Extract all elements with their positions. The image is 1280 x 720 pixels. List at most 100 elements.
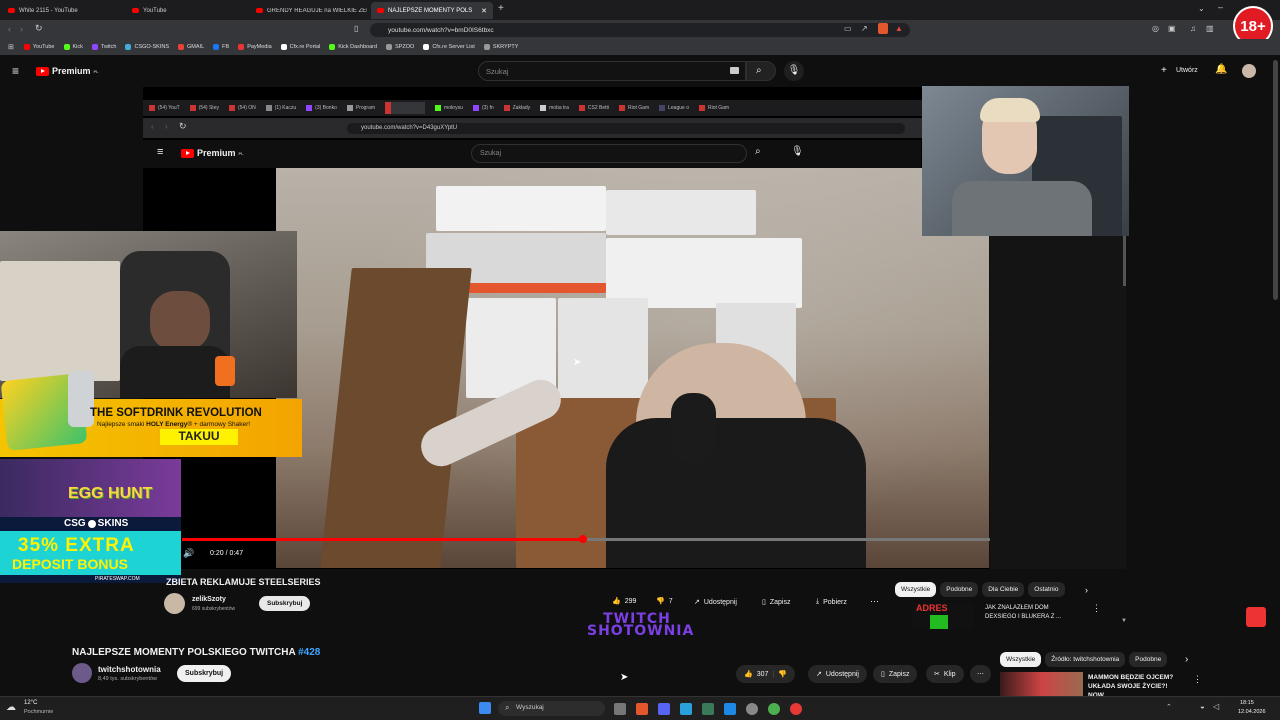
chip-all[interactable]: Wszystkie <box>1000 652 1042 667</box>
brave-shield-icon[interactable] <box>878 23 888 34</box>
bookmark-item[interactable]: SKRYPTY <box>483 44 518 50</box>
bookmark-item[interactable]: Twitch <box>91 44 117 50</box>
url-field[interactable]: youtube.com/watch?v=bmD0IS6tbxc <box>370 23 910 37</box>
wallet-icon[interactable]: ▣ <box>1168 24 1176 33</box>
volume-icon[interactable]: 🔊 <box>183 548 194 559</box>
network-icon[interactable]: ◒ <box>1200 702 1205 711</box>
csgo-text: CSG <box>64 518 86 529</box>
music-icon[interactable]: ♫ <box>1190 24 1196 33</box>
search-input[interactable]: Szukaj <box>478 61 746 81</box>
bookmark-item[interactable]: Kick Dashboard <box>329 44 377 50</box>
notifications-icon[interactable]: 🔔 <box>1215 64 1227 75</box>
inner-tab: Zakłady <box>503 105 530 111</box>
mic-button[interactable]: 🎙 <box>784 61 804 81</box>
bookmark-item[interactable]: Cfx.re Server List <box>423 44 475 50</box>
forward-icon[interactable]: › <box>20 24 23 34</box>
task-view-icon[interactable] <box>614 703 626 715</box>
inner-rec-title: JAK ZNALAZŁEM DOM DEXSIEGO I BLUKERA Z .… <box>985 605 1062 620</box>
tab-label: YouTube <box>143 7 167 14</box>
forward-icon: › <box>165 122 168 131</box>
channel-avatar[interactable] <box>72 663 92 683</box>
inner-tab-bar: (54) YouT (54) Stey (54) ON (1) Kaczu (3… <box>143 100 923 116</box>
start-icon[interactable] <box>479 702 491 714</box>
apps-icon[interactable]: ⊞ <box>8 43 14 51</box>
clip-button[interactable]: ✂ Klip <box>926 665 964 683</box>
inner-youtube-logo: Premium PL <box>181 148 244 158</box>
close-tab-icon[interactable]: ✕ <box>481 7 487 15</box>
cursor-icon: ➤ <box>620 672 629 683</box>
minimize-icon[interactable]: – <box>1218 2 1223 12</box>
settings-icon[interactable] <box>746 703 758 715</box>
create-button[interactable]: Utwórz <box>1176 67 1198 74</box>
browser-tab[interactable]: GRENDY REAGUJE na WIELKIE ZERW <box>250 2 368 19</box>
extension-icon[interactable]: ◎ <box>1152 24 1159 33</box>
video-hashtag[interactable]: #428 <box>298 647 320 658</box>
browser-tab-active[interactable]: NAJLEPSZE MOMENTY POLS ✕ <box>371 2 493 19</box>
page-scrollbar[interactable] <box>1273 60 1278 300</box>
save-button[interactable]: ▯ Zapisz <box>873 665 918 683</box>
menu-icon[interactable]: ≡ <box>12 64 19 78</box>
bookmark-item[interactable]: GMAIL <box>178 44 204 50</box>
search-button[interactable]: ⌕ <box>746 61 776 81</box>
channel-name[interactable]: twitchshotownia <box>98 665 161 674</box>
brave-icon[interactable] <box>636 703 648 715</box>
chip-source[interactable]: Źródło: twitchshotownia <box>1045 652 1126 667</box>
avatar[interactable] <box>1242 64 1256 78</box>
rec-thumb-text: ADRES <box>916 603 948 613</box>
bookmark-item[interactable]: YouTube <box>23 44 55 50</box>
youtube-icon <box>8 8 15 13</box>
inner-chip: Ostatnio <box>1028 582 1065 597</box>
new-tab-button[interactable]: + <box>498 3 504 14</box>
bookmark-label: Twitch <box>100 44 117 50</box>
keyboard-icon[interactable] <box>730 67 739 74</box>
app-icon[interactable] <box>702 703 714 715</box>
youtube-logo[interactable]: Premium PL <box>36 66 99 76</box>
vscode-icon[interactable] <box>724 703 736 715</box>
tray-chevron-icon[interactable]: ⌃ <box>1166 703 1172 711</box>
subscribe-button[interactable]: Subskrybuj <box>177 665 232 682</box>
share-button[interactable]: ↗ Udostępnij <box>808 665 867 683</box>
reload-icon: ↻ <box>179 121 187 131</box>
banner-subtitle: Najlepsze smaki HOLY Energy® + darmowy S… <box>97 421 250 428</box>
cast-icon[interactable]: ▭ <box>844 24 852 33</box>
sidebar-icon[interactable]: ▥ <box>1206 24 1214 33</box>
browser-tab[interactable]: YouTube <box>126 2 248 19</box>
share-icon[interactable]: ↗ <box>861 24 868 33</box>
discord-icon[interactable] <box>658 703 670 715</box>
inner-scrollbar <box>1123 236 1126 286</box>
chevron-right-icon[interactable]: › <box>1185 654 1188 665</box>
head <box>150 291 210 351</box>
bookmark-label: YouTube <box>32 44 55 50</box>
app-icon[interactable] <box>790 703 802 715</box>
volume-icon[interactable]: ◁ <box>1213 702 1219 711</box>
thumbs-down-icon[interactable]: 👎 <box>778 670 787 678</box>
like-button[interactable]: 👍 307 | 👎 <box>736 665 795 683</box>
chip-similar[interactable]: Podobne <box>1129 652 1168 667</box>
bookmark-item[interactable]: FB <box>213 44 229 50</box>
bookmark-icon[interactable]: ▯ <box>354 24 358 33</box>
bookmark-item[interactable]: SPZOO <box>386 44 414 50</box>
search-icon: ⌕ <box>505 703 510 712</box>
back-icon[interactable]: ‹ <box>8 24 11 34</box>
bookmark-item[interactable]: Cfx.re Portal <box>280 44 320 50</box>
skins-text: SKINS <box>97 518 129 529</box>
bookmark-item[interactable]: CSGO-SKINS <box>125 44 169 50</box>
rewards-icon[interactable]: ▲ <box>895 24 903 33</box>
telegram-icon[interactable] <box>680 703 692 715</box>
inner-url-field: youtube.com/watch?v=D43guXYptU <box>347 123 905 134</box>
bookmark-item[interactable]: Kick <box>63 44 83 50</box>
chrome-icon[interactable] <box>768 703 780 715</box>
more-actions-button[interactable]: ⋯ <box>970 665 991 683</box>
taskbar-search[interactable]: ⌕ Wyszukaj <box>498 701 605 716</box>
more-vert-icon[interactable]: ⋮ <box>1193 674 1202 685</box>
create-plus-icon[interactable]: + <box>1161 65 1167 76</box>
reload-icon[interactable]: ↻ <box>35 23 43 34</box>
bookmark-item[interactable]: PayMedia <box>238 44 272 50</box>
weather-icon[interactable]: ☁ <box>6 702 16 713</box>
clock-time[interactable]: 18:15 <box>1240 700 1254 706</box>
tab-search-icon[interactable]: ⌄ <box>1198 4 1205 13</box>
browser-tab[interactable]: White 2115 - YouTube <box>2 2 124 19</box>
rec-thumbnail[interactable] <box>1000 672 1083 696</box>
clock-date[interactable]: 12.04.2026 <box>1238 709 1266 715</box>
headset-box <box>558 298 648 398</box>
